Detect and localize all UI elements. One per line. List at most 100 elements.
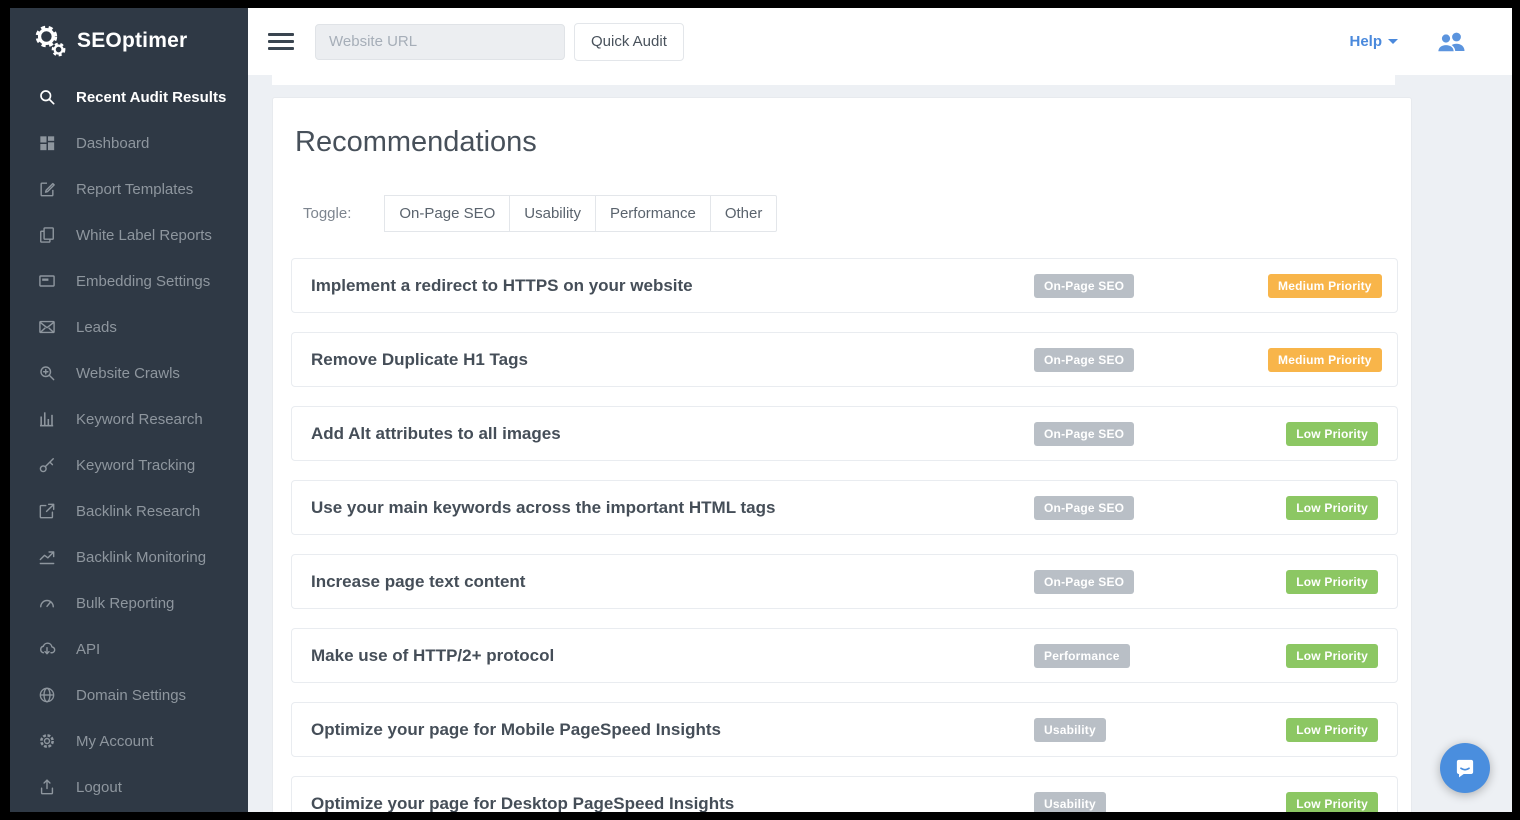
sidebar-item-label: Backlink Monitoring [76,549,206,566]
sidebar-item[interactable]: My Account [10,718,248,764]
category-toggle-button[interactable]: On-Page SEO [384,195,510,232]
priority-badge: Low Priority [1286,792,1378,813]
recommendation-title: Increase page text content [311,572,1034,592]
keyword-research-icon [37,409,57,429]
priority-badge: Low Priority [1286,644,1378,668]
sidebar-item-label: Leads [76,319,117,336]
sidebar-item[interactable]: Leads [10,304,248,350]
report-templates-icon [37,179,57,199]
sidebar-item[interactable]: Backlink Research [10,488,248,534]
sidebar-item[interactable]: Backlink Monitoring [10,534,248,580]
category-badge: On-Page SEO [1034,570,1134,594]
toggle-label: Toggle: [303,205,351,222]
category-toggle-group: On-Page SEO Usability Performance Other [385,195,777,232]
backlink-monitoring-icon [37,547,57,567]
sidebar-item-label: Backlink Research [76,503,200,520]
sidebar-item-label: Domain Settings [76,687,186,704]
sidebar-item[interactable]: White Label Reports [10,212,248,258]
category-toggle-button[interactable]: Usability [509,195,596,232]
recommendations-list: Implement a redirect to HTTPS on your we… [291,258,1396,812]
bulk-reporting-icon [37,593,57,613]
keyword-tracking-icon [37,455,57,475]
category-toggle-button[interactable]: Performance [595,195,711,232]
sidebar-item[interactable]: Report Templates [10,166,248,212]
sidebar-item[interactable]: Bulk Reporting [10,580,248,626]
recommendation-card[interactable]: Increase page text content On-Page SEO L… [291,554,1398,609]
recommendation-card[interactable]: Optimize your page for Desktop PageSpeed… [291,776,1398,812]
category-badge: On-Page SEO [1034,274,1134,298]
chat-bubble-icon [1452,755,1478,781]
priority-badge: Low Priority [1286,570,1378,594]
app-title: SEOptimer [77,29,187,53]
category-badge: On-Page SEO [1034,422,1134,446]
seoptimer-gears-icon [32,23,68,59]
quick-audit-button[interactable]: Quick Audit [574,23,684,61]
sidebar-item[interactable]: Keyword Research [10,396,248,442]
sidebar-item[interactable]: Keyword Tracking [10,442,248,488]
recommendation-card[interactable]: Use your main keywords across the import… [291,480,1398,535]
sidebar-item[interactable]: Dashboard [10,120,248,166]
chat-bubble-button[interactable] [1440,743,1490,793]
app-logo[interactable]: SEOptimer [10,8,248,74]
sidebar-item-label: Dashboard [76,135,149,152]
api-icon [37,639,57,659]
category-badge: Usability [1034,718,1106,742]
page-title: Recommendations [295,124,1396,160]
priority-badge: Medium Priority [1268,274,1382,298]
recommendation-card[interactable]: Make use of HTTP/2+ protocol Performance… [291,628,1398,683]
main-column: Quick Audit Help [248,8,1512,812]
recommendation-card[interactable]: Implement a redirect to HTTPS on your we… [291,258,1398,313]
recommendation-title: Optimize your page for Desktop PageSpeed… [311,794,1034,813]
topbar-right: Help [1349,29,1468,55]
sidebar-item-label: Keyword Research [76,411,203,428]
recommendation-title: Use your main keywords across the import… [311,498,1034,518]
sidebar-item-label: Logout [76,779,122,796]
recommendation-card[interactable]: Optimize your page for Mobile PageSpeed … [291,702,1398,757]
sidebar-item-label: My Account [76,733,154,750]
website-url-input[interactable] [315,24,565,60]
recommendations-panel: Recommendations Toggle: On-Page SEO Usab… [272,97,1412,812]
leads-icon [37,317,57,337]
recommendation-title: Optimize your page for Mobile PageSpeed … [311,720,1034,740]
category-badge: On-Page SEO [1034,348,1134,372]
account-users-icon[interactable] [1434,29,1468,55]
sidebar-item[interactable]: API [10,626,248,672]
sidebar-item-label: Report Templates [76,181,193,198]
recommendation-title: Implement a redirect to HTTPS on your we… [311,276,1034,296]
sidebar-item[interactable]: Domain Settings [10,672,248,718]
sidebar-item[interactable]: Website Crawls [10,350,248,396]
sidebar-nav: Recent Audit Results Dashboard Report Te… [10,74,248,810]
toggle-row: Toggle: On-Page SEO Usability Performanc… [291,195,1396,232]
dashboard-icon [37,133,57,153]
logout-icon [37,777,57,797]
help-menu[interactable]: Help [1349,33,1398,50]
sidebar-item[interactable]: Embedding Settings [10,258,248,304]
category-badge: Usability [1034,792,1106,813]
embedding-icon [37,271,57,291]
sidebar-item-label: Website Crawls [76,365,180,382]
menu-toggle-icon[interactable] [268,33,294,50]
priority-badge: Low Priority [1286,422,1378,446]
white-label-icon [37,225,57,245]
help-label: Help [1349,33,1382,50]
sidebar-item[interactable]: Logout [10,764,248,810]
priority-badge: Low Priority [1286,718,1378,742]
recommendation-title: Remove Duplicate H1 Tags [311,350,1034,370]
sidebar-item-label: Bulk Reporting [76,595,174,612]
category-toggle-button[interactable]: Other [710,195,778,232]
recommendation-title: Make use of HTTP/2+ protocol [311,646,1034,666]
priority-badge: Medium Priority [1268,348,1382,372]
sidebar-item[interactable]: Recent Audit Results [10,74,248,120]
account-icon [37,731,57,751]
sidebar-item-label: Recent Audit Results [76,89,226,106]
domain-icon [37,685,57,705]
recommendation-card[interactable]: Add Alt attributes to all images On-Page… [291,406,1398,461]
recommendation-card[interactable]: Remove Duplicate H1 Tags On-Page SEO Med… [291,332,1398,387]
sidebar-item-label: Keyword Tracking [76,457,195,474]
priority-badge: Low Priority [1286,496,1378,520]
recommendation-title: Add Alt attributes to all images [311,424,1034,444]
scrolled-panel-edge [272,75,1395,85]
search-icon [37,87,57,107]
category-badge: Performance [1034,644,1130,668]
sidebar-item-label: API [76,641,100,658]
